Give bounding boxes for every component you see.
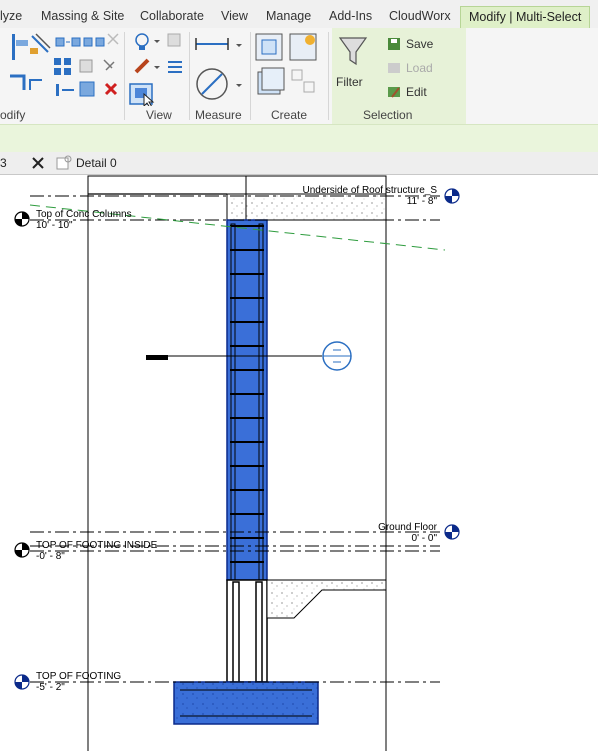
funnel-icon xyxy=(338,37,368,66)
detail-view-icon xyxy=(56,155,72,170)
load-selection-button: Load xyxy=(386,58,433,78)
aligned-dimension-icon[interactable] xyxy=(196,68,242,100)
view-tab-bar: 3 Detail 0 xyxy=(0,152,598,175)
filter-button[interactable]: Filter xyxy=(336,34,370,94)
offset-icon[interactable] xyxy=(30,33,51,54)
level-elevation-ground-floor[interactable]: 0' - 0" xyxy=(412,533,438,544)
mirror-draw-icon[interactable] xyxy=(83,37,105,47)
drawing-canvas[interactable]: Underside of Roof structure_S 11' - 8" T… xyxy=(0,175,598,751)
level-head-icon[interactable] xyxy=(444,188,460,204)
tab-massing-site[interactable]: Massing & Site xyxy=(41,9,124,23)
trim-extend-icon[interactable] xyxy=(56,81,95,97)
level-elevation-footing-inside[interactable]: -0' - 8" xyxy=(36,551,65,562)
edit-label: Edit xyxy=(406,85,427,99)
view-tools-icon-group xyxy=(129,33,182,106)
panel-separator xyxy=(189,32,190,120)
slab-on-grade[interactable] xyxy=(266,579,387,619)
lightbulb-icon[interactable] xyxy=(135,33,160,50)
split-icon[interactable] xyxy=(10,74,42,90)
edit-icon xyxy=(388,87,400,98)
hide-element-icon[interactable] xyxy=(129,83,155,106)
view-tab-detail-0[interactable]: Detail 0 xyxy=(76,156,117,170)
panel-separator xyxy=(250,32,251,120)
save-selection-button[interactable]: Save xyxy=(386,34,433,54)
tab-view[interactable]: View xyxy=(221,9,248,23)
mirror-axis-icon[interactable] xyxy=(55,37,81,47)
view-tab-previous[interactable]: 3 xyxy=(0,156,7,170)
selected-footing[interactable] xyxy=(173,681,319,725)
level-elevation-roof[interactable]: 11' - 8" xyxy=(407,196,438,207)
measure-tools-icon-group xyxy=(195,38,242,100)
level-head-icon[interactable] xyxy=(14,211,30,227)
edit-selection-button[interactable]: Edit xyxy=(386,82,427,102)
tab-add-ins[interactable]: Add-Ins xyxy=(329,9,372,23)
level-elevation-footing[interactable]: -5' - 2" xyxy=(36,682,65,693)
ribbon-tab-bar: lyze Massing & Site Collaborate View Man… xyxy=(0,0,598,32)
panel-label-create: Create xyxy=(271,108,308,122)
level-name-footing-inside[interactable]: TOP OF FOOTING INSIDE xyxy=(36,540,158,551)
load-label: Load xyxy=(406,61,433,75)
modify-tools-icon-group xyxy=(10,33,119,97)
level-name-ground-floor[interactable]: Ground Floor xyxy=(378,522,438,533)
tab-collaborate[interactable]: Collaborate xyxy=(140,9,204,23)
level-elevation-conc-columns[interactable]: 10' - 10" xyxy=(36,220,73,231)
panel-separator xyxy=(328,32,329,120)
override-graphics-icon xyxy=(167,33,181,47)
tab-analyze[interactable]: lyze xyxy=(0,9,22,23)
load-icon xyxy=(388,63,400,73)
copy-icon[interactable] xyxy=(79,59,93,73)
create-group-icon[interactable] xyxy=(257,67,285,95)
panel-label-view: View xyxy=(146,108,172,122)
panel-separator xyxy=(124,32,125,120)
filter-label: Filter xyxy=(336,75,363,89)
align-icon[interactable] xyxy=(12,34,28,60)
pin-icon[interactable] xyxy=(103,59,115,71)
paint-brush-icon[interactable] xyxy=(134,58,160,74)
options-bar xyxy=(0,124,598,153)
delete-icon[interactable] xyxy=(104,82,118,96)
close-icon[interactable] xyxy=(32,157,44,169)
level-name-footing[interactable]: TOP OF FOOTING xyxy=(36,671,121,682)
move-icon[interactable] xyxy=(54,58,71,75)
level-name-roof[interactable]: Underside of Roof structure_S xyxy=(302,185,437,196)
save-label: Save xyxy=(406,37,434,51)
panel-label-modify: odify xyxy=(0,108,26,122)
similar-icon xyxy=(291,69,315,93)
create-assembly-icon[interactable] xyxy=(255,33,283,61)
panel-label-measure: Measure xyxy=(195,108,242,122)
level-head-icon[interactable] xyxy=(444,524,460,540)
tab-manage[interactable]: Manage xyxy=(266,9,311,23)
selected-concrete-column[interactable] xyxy=(226,219,268,581)
measure-distance-icon[interactable] xyxy=(195,38,242,50)
level-name-conc-columns[interactable]: Top of Conc Columns xyxy=(36,209,132,220)
roof-slab[interactable] xyxy=(226,193,387,221)
linework-icon[interactable] xyxy=(168,61,182,73)
tab-cloudworx[interactable]: CloudWorx xyxy=(389,9,451,23)
delete-cross-icon xyxy=(107,33,119,45)
level-head-icon[interactable] xyxy=(14,542,30,558)
save-icon xyxy=(388,38,400,50)
level-head-icon[interactable] xyxy=(14,674,30,690)
create-tools-icon-group xyxy=(255,33,317,95)
create-parts-icon[interactable] xyxy=(289,33,317,61)
panel-label-selection: Selection xyxy=(363,108,413,122)
